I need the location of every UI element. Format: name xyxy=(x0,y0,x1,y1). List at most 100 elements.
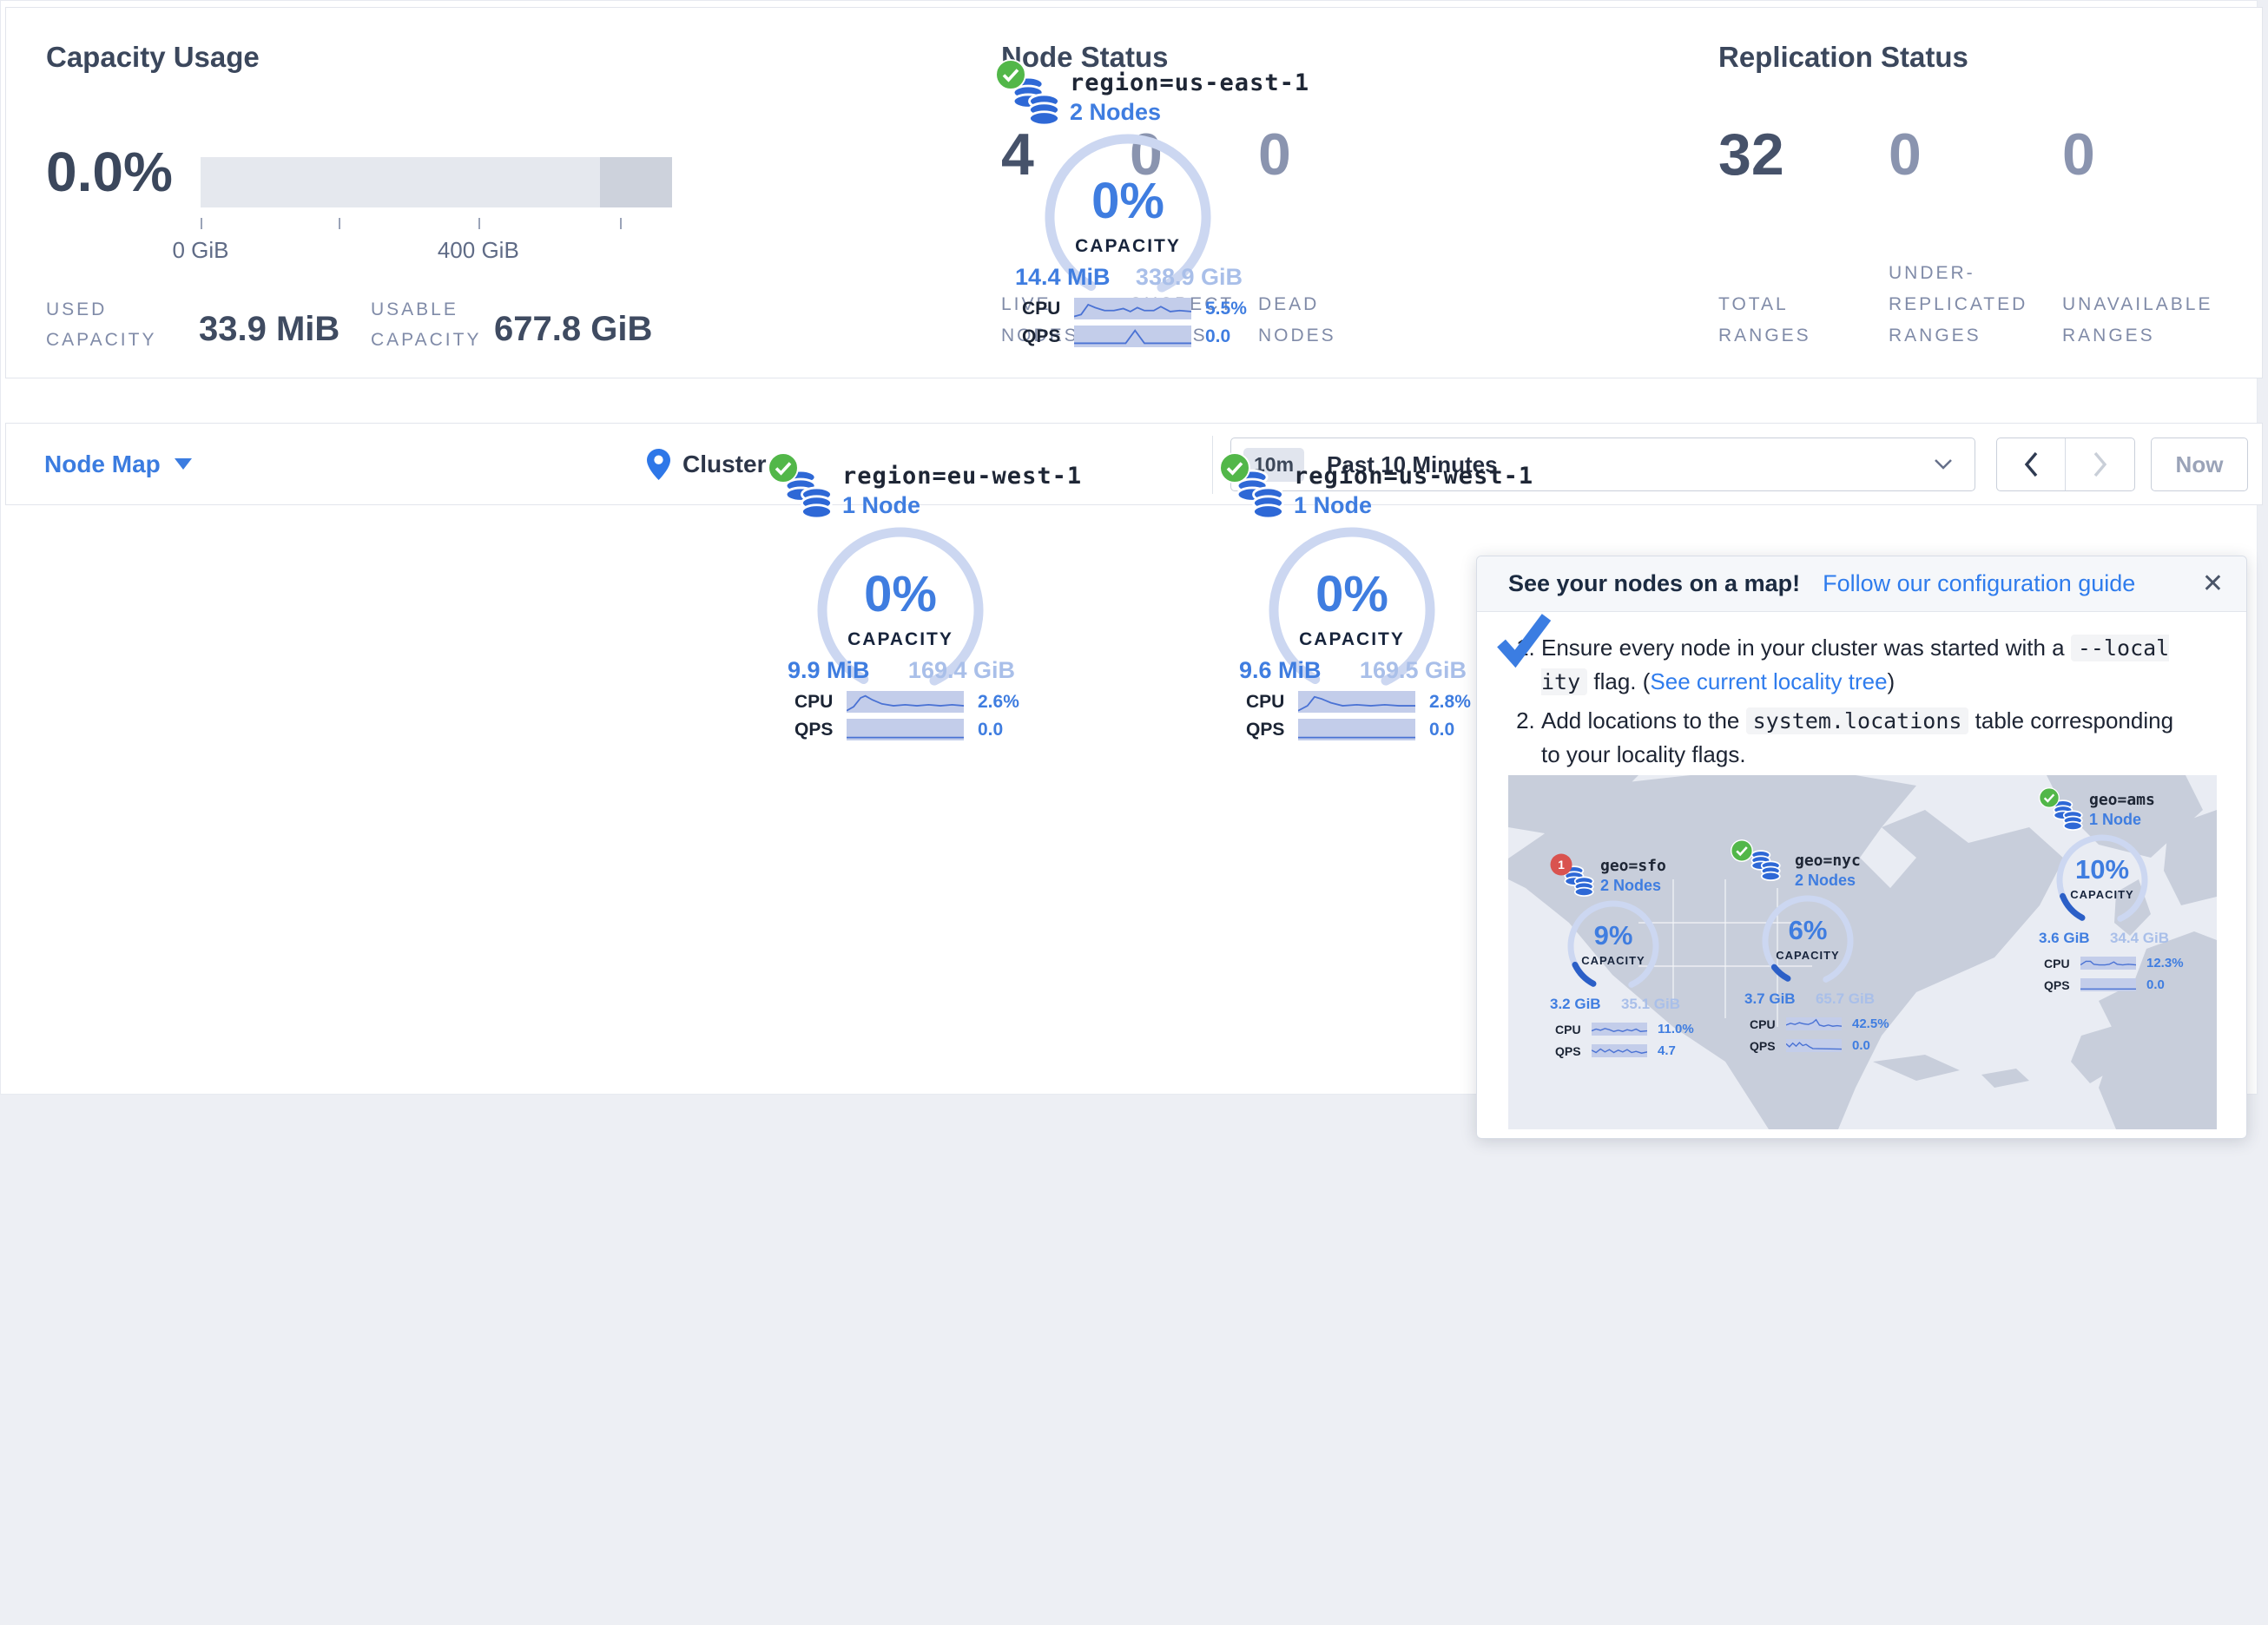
breadcrumb[interactable]: Cluster xyxy=(647,424,766,504)
usable-capacity-value: 677.8 GiB xyxy=(494,310,652,349)
used-capacity-value: 33.9 MiB xyxy=(199,310,340,349)
healthy-check-icon xyxy=(768,452,799,484)
capacity-bar: 0 GiB 400 GiB xyxy=(201,157,672,207)
qps-sparkline xyxy=(2080,978,2136,991)
capacity-percent: 0% xyxy=(796,565,1005,623)
capacity-label: CAPACITY xyxy=(796,629,1005,650)
time-nav-buttons xyxy=(1996,438,2135,491)
capacity-arc: 9% CAPACITY xyxy=(1557,897,1670,994)
geo-nodes-link[interactable]: 2 Nodes xyxy=(1600,877,1661,895)
axis-tick xyxy=(201,218,202,229)
cpu-value: 2.6% xyxy=(978,692,1019,713)
geo-nodes-link[interactable]: 2 Nodes xyxy=(1795,872,1856,890)
capacity-percent: 10% xyxy=(2046,854,2159,885)
map-pin-icon xyxy=(647,449,670,480)
region-nodes-link[interactable]: 2 Nodes xyxy=(1070,99,1161,126)
chevron-right-icon xyxy=(2092,451,2109,478)
axis-tick-label: 0 GiB xyxy=(172,237,228,264)
axis-tick xyxy=(478,218,480,229)
capacity-label: CAPACITY xyxy=(1751,949,1864,962)
qps-label: QPS xyxy=(1555,1044,1592,1058)
step-text: flag. ( xyxy=(1587,668,1650,694)
time-next-button[interactable] xyxy=(2066,438,2134,490)
qps-value: 0.0 xyxy=(1205,326,1230,347)
region-node-us-west-1[interactable]: region=us-west-1 1 Node 0% CAPACITY 9.6 … xyxy=(1217,447,1487,747)
world-minimap: 1 geo=sfo 2 Nodes 9% CAPACITY 3.2 GiB 35… xyxy=(1508,775,2217,1129)
geo-name: geo=ams xyxy=(2089,791,2155,809)
step-text: Add locations to the xyxy=(1541,707,1746,734)
capacity-value: 338.9 GiB xyxy=(1136,264,1243,291)
capacity-bar-other-segment xyxy=(600,157,672,207)
used-value: 3.7 GiB xyxy=(1744,990,1796,1008)
cpu-label: CPU xyxy=(1246,692,1298,713)
view-selector-dropdown[interactable]: Node Map xyxy=(44,424,192,504)
axis-tick xyxy=(620,218,622,229)
cpu-label: CPU xyxy=(2044,957,2080,970)
time-prev-button[interactable] xyxy=(1997,438,2066,490)
popup-title: See your nodes on a map! xyxy=(1508,570,1800,597)
qps-label: QPS xyxy=(794,720,847,740)
popup-header: See your nodes on a map! Follow our conf… xyxy=(1477,556,2246,612)
capacity-percent: 9% xyxy=(1557,920,1670,951)
close-icon[interactable]: ✕ xyxy=(2202,569,2224,599)
total-ranges-stat: 32 TOTAL RANGES xyxy=(1718,121,1857,352)
healthy-check-icon xyxy=(1219,452,1250,484)
used-value: 9.9 MiB xyxy=(788,657,870,684)
step-done-check-icon xyxy=(1494,610,1555,671)
used-value: 14.4 MiB xyxy=(1015,264,1111,291)
cpu-label: CPU xyxy=(794,692,847,713)
now-button[interactable]: Now xyxy=(2151,438,2248,491)
total-ranges-label: TOTAL RANGES xyxy=(1718,289,1857,352)
cpu-sparkline xyxy=(1786,1017,1842,1030)
healthy-check-icon xyxy=(1731,839,1753,862)
qps-sparkline xyxy=(847,719,964,740)
breadcrumb-label: Cluster xyxy=(682,451,766,478)
capacity-usage-title: Capacity Usage xyxy=(46,41,260,74)
step-text: ) xyxy=(1888,668,1895,694)
toolbar-divider xyxy=(1212,436,1213,494)
cpu-value: 42.5% xyxy=(1852,1016,1889,1031)
configuration-guide-link[interactable]: Follow our configuration guide xyxy=(1823,570,2135,597)
region-node-us-east-1[interactable]: region=us-east-1 2 Nodes 0% CAPACITY 14.… xyxy=(993,54,1263,353)
cpu-sparkline xyxy=(1298,691,1415,713)
under-replicated-stat: 0 UNDER-REPLICATED RANGES xyxy=(1889,121,2067,352)
cpu-value: 11.0% xyxy=(1658,1022,1694,1036)
qps-value: 0.0 xyxy=(2146,977,2165,992)
capacity-label: CAPACITY xyxy=(1024,236,1232,257)
used-value: 3.2 GiB xyxy=(1550,996,1601,1013)
capacity-percent: 0% xyxy=(1248,565,1456,623)
dead-nodes-value: 0 xyxy=(1258,121,1375,188)
cpu-label: CPU xyxy=(1750,1017,1786,1031)
qps-label: QPS xyxy=(1246,720,1298,740)
cpu-sparkline xyxy=(2080,957,2136,970)
warning-badge-icon: 1 xyxy=(1550,853,1572,876)
region-node-eu-west-1[interactable]: region=eu-west-1 1 Node 0% CAPACITY 9.9 … xyxy=(766,447,1035,747)
database-icon xyxy=(1748,848,1784,885)
cpu-value: 5.5% xyxy=(1205,299,1247,319)
region-nodes-link[interactable]: 1 Node xyxy=(1294,492,1372,519)
dead-nodes-label: DEAD NODES xyxy=(1258,289,1375,352)
capacity-percent: 6% xyxy=(1751,915,1864,946)
step-text: Ensure every node in your cluster was st… xyxy=(1541,635,2071,661)
under-replicated-value: 0 xyxy=(1889,121,2067,188)
capacity-label: CAPACITY xyxy=(2046,888,2159,901)
region-nodes-link[interactable]: 1 Node xyxy=(842,492,920,519)
used-value: 3.6 GiB xyxy=(2039,930,2090,947)
total-ranges-value: 32 xyxy=(1718,121,1857,188)
capacity-value: 169.4 GiB xyxy=(908,657,1015,684)
locality-tree-link[interactable]: See current locality tree xyxy=(1650,668,1887,694)
replication-status-title: Replication Status xyxy=(1718,41,1968,74)
healthy-check-icon xyxy=(995,59,1026,90)
geo-name: geo=sfo xyxy=(1600,857,1666,875)
cpu-sparkline xyxy=(1074,298,1191,319)
qps-sparkline xyxy=(1786,1039,1842,1052)
geo-nodes-link[interactable]: 1 Node xyxy=(2089,811,2141,829)
qps-value: 4.7 xyxy=(1658,1043,1676,1058)
used-value: 9.6 MiB xyxy=(1239,657,1322,684)
svg-text:1: 1 xyxy=(1558,858,1565,872)
chevron-left-icon xyxy=(2022,451,2040,478)
axis-tick xyxy=(339,218,340,229)
used-capacity-label: USED CAPACITY xyxy=(46,294,194,355)
geo-name: geo=nyc xyxy=(1795,852,1861,870)
qps-value: 0.0 xyxy=(1852,1038,1870,1053)
